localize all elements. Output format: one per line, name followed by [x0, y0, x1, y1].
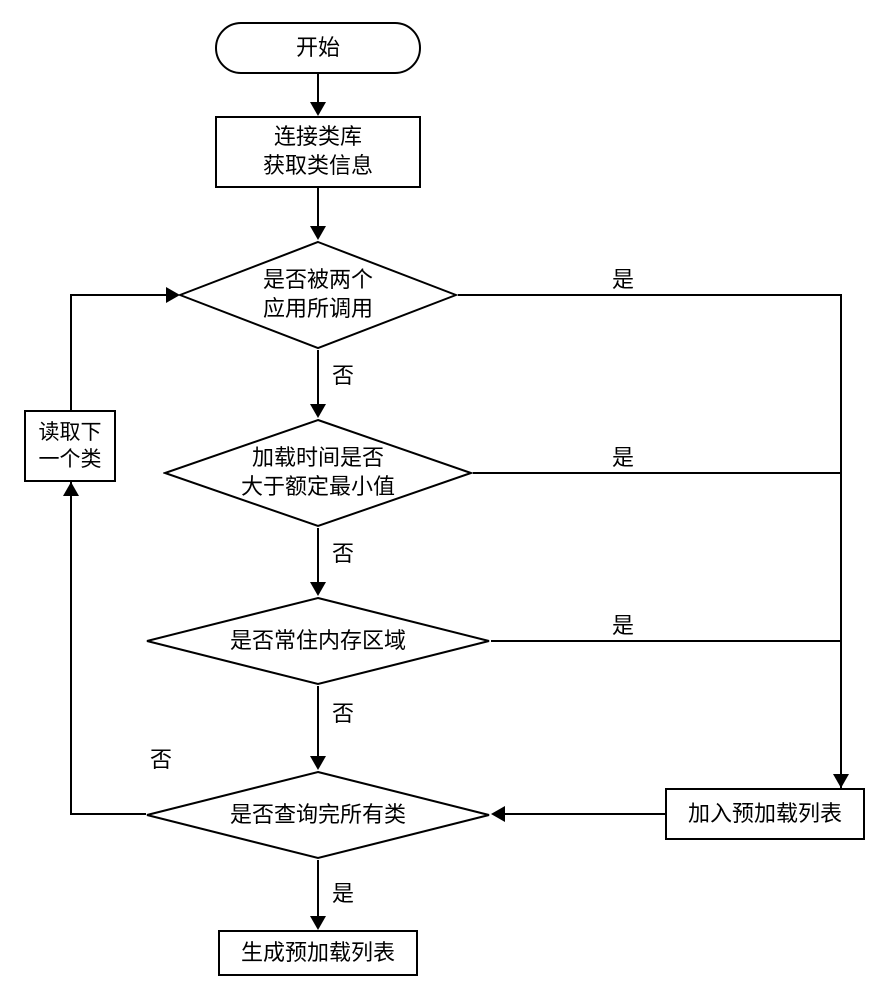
read-next-node: 读取下 一个类	[24, 410, 116, 482]
read-next-line1: 读取下	[39, 419, 102, 446]
arrowhead-icon	[310, 404, 326, 418]
decision-2-text: 加载时间是否 大于额定最小值	[241, 444, 395, 501]
connect-line1: 连接类库	[274, 123, 362, 152]
edge-line	[840, 294, 842, 788]
edge-line	[317, 860, 319, 918]
edge-line	[317, 350, 319, 406]
no-label: 否	[330, 358, 356, 390]
arrowhead-icon	[310, 582, 326, 596]
flowchart-container: 开始 连接类库 获取类信息 是否被两个 应用所调用 是 否 加载时间是否 大	[0, 0, 895, 1000]
yes-label: 是	[330, 876, 356, 908]
arrowhead-icon	[63, 482, 79, 496]
edge-line	[458, 294, 842, 296]
edge-line	[70, 294, 72, 410]
arrowhead-icon	[310, 102, 326, 116]
arrowhead-icon	[310, 226, 326, 240]
start-label: 开始	[296, 34, 340, 63]
edge-line	[317, 188, 319, 228]
arrowhead-icon	[166, 287, 180, 303]
read-next-line2: 一个类	[39, 446, 102, 473]
connect-node: 连接类库 获取类信息	[215, 116, 421, 188]
yes-label: 是	[610, 608, 636, 640]
edge-line	[70, 813, 146, 815]
add-list-label: 加入预加载列表	[688, 800, 842, 829]
edge-line	[70, 482, 72, 815]
edge-line	[70, 294, 178, 296]
edge-line	[491, 640, 842, 642]
yes-label: 是	[610, 262, 636, 294]
edge-line	[504, 813, 665, 815]
decision-4-text: 是否查询完所有类	[230, 801, 406, 830]
decision-2-node: 加载时间是否 大于额定最小值	[163, 418, 473, 528]
decision-3-node: 是否常住内存区域	[145, 596, 491, 686]
arrowhead-icon	[310, 916, 326, 930]
edge-line	[317, 74, 319, 104]
connect-line2: 获取类信息	[263, 152, 373, 181]
decision-3-text: 是否常住内存区域	[230, 627, 406, 656]
yes-label: 是	[610, 440, 636, 472]
arrowhead-icon	[310, 756, 326, 770]
edge-line	[317, 686, 319, 758]
start-node: 开始	[215, 22, 421, 74]
arrowhead-icon	[833, 774, 849, 788]
edge-line	[317, 528, 319, 584]
decision-1-node: 是否被两个 应用所调用	[178, 240, 458, 350]
edge-line	[473, 472, 842, 474]
no-label: 否	[148, 742, 174, 774]
no-label: 否	[330, 536, 356, 568]
decision-4-node: 是否查询完所有类	[145, 770, 491, 860]
decision-1-text: 是否被两个 应用所调用	[263, 266, 373, 323]
generate-list-node: 生成预加载列表	[218, 930, 418, 976]
arrowhead-icon	[491, 806, 505, 822]
generate-list-label: 生成预加载列表	[241, 939, 395, 968]
add-list-node: 加入预加载列表	[665, 788, 865, 840]
no-label: 否	[330, 696, 356, 728]
